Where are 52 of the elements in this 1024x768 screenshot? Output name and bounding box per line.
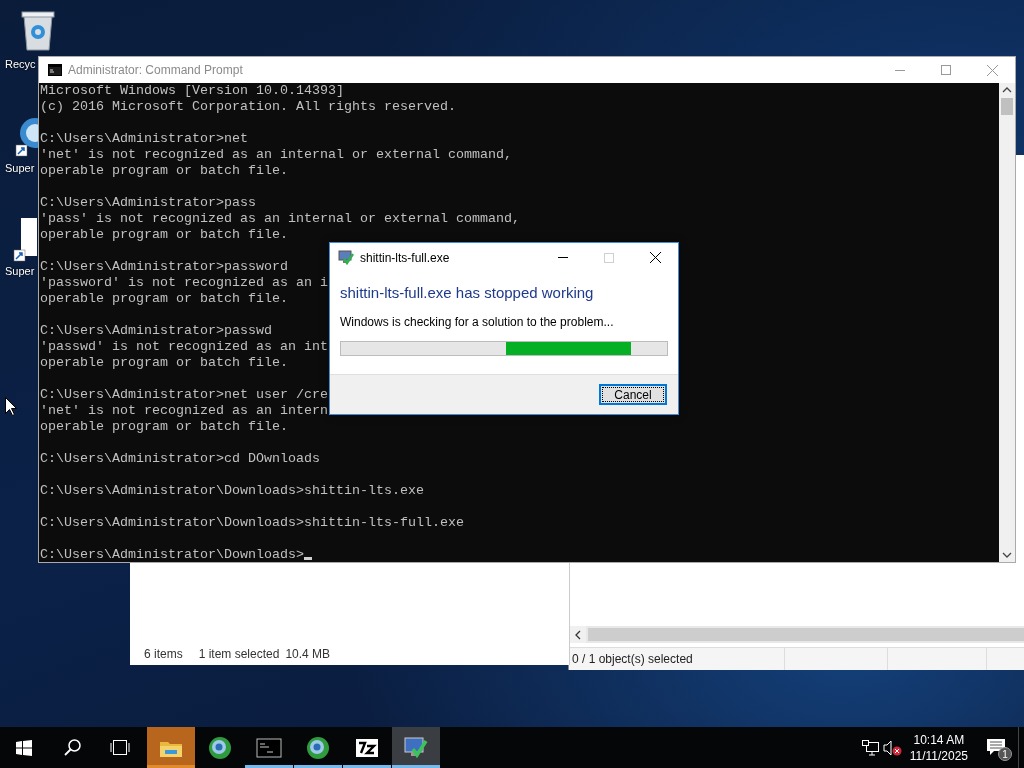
console-icon [48, 64, 62, 76]
desktop-icon-label[interactable]: Super [5, 162, 35, 174]
dialog-heading: shittin-lts-full.exe has stopped working [340, 284, 595, 301]
mouse-pointer-icon [5, 397, 17, 416]
scroll-left-icon[interactable] [574, 629, 581, 640]
monitor-check-icon [338, 250, 354, 265]
scroll-thumb[interactable] [1001, 98, 1013, 115]
console-line: C:\Users\Administrator>passwd [40, 323, 272, 338]
console-line: 'net' is not recognized as an intern [40, 403, 328, 418]
status-text: 6 items [144, 647, 183, 661]
windows-start-icon[interactable] [16, 739, 32, 756]
console-line: 'password' is not recognized as an i [40, 275, 328, 290]
notifications-button[interactable]: 1 [974, 727, 1018, 768]
console-line: C:\Users\Administrator>password [40, 259, 288, 274]
desktop-icon-label[interactable]: Super [5, 265, 35, 277]
desktop-icon-label[interactable]: Recyc [5, 58, 36, 70]
cancel-button[interactable]: Cancel [599, 384, 667, 405]
minimize-icon[interactable] [895, 69, 905, 71]
window-title: Administrator: Command Prompt [68, 63, 244, 77]
console-line: (c) 2016 Microsoft Corporation. All rights reserved. [40, 99, 456, 114]
console-line: 'net' is not recognized as an internal or external command, [40, 147, 512, 162]
vertical-scrollbar[interactable] [999, 83, 1015, 562]
network-icon[interactable] [862, 739, 880, 756]
muted-speaker-icon[interactable] [882, 739, 903, 756]
maximize-icon[interactable] [941, 65, 951, 75]
console-line: operable program or batch file. [40, 419, 288, 434]
console-line: 'passwd' is not recognized as an int [40, 339, 328, 354]
console-line: C:\Users\Administrator>pass [40, 195, 256, 210]
clock-date[interactable]: 11/11/2025 [909, 747, 968, 764]
console-line: C:\Users\Administrator\Downloads>shittin-lts-full.exe [40, 515, 464, 530]
console-line: C:\Users\Administrator\Downloads> [40, 547, 304, 562]
console-line: operable program or batch file. [40, 163, 288, 178]
status-text: 10.4 MB [285, 647, 331, 661]
search-icon[interactable] [63, 739, 81, 756]
console-line: C:\Users\Administrator>cd DOwnloads [40, 451, 320, 466]
close-icon[interactable] [649, 252, 661, 263]
console-line: C:\Users\Administrator\Downloads>shittin-lts.exe [40, 483, 424, 498]
dialog-title: shittin-lts-full.exe [360, 250, 451, 265]
console-line: operable program or batch file. [40, 291, 288, 306]
notification-count-badge: 1 [998, 747, 1012, 761]
dialog-message: Windows is checking for a solution to the problem... [340, 315, 615, 329]
console-line: operable program or batch file. [40, 227, 288, 242]
recycle-bin-icon [18, 8, 58, 52]
console-line: Microsoft Windows [Version 10.0.14393] [40, 83, 344, 98]
console-line: C:\Users\Administrator>net [40, 131, 248, 146]
console-line: 'pass' is not recognized as an internal or external command, [40, 211, 520, 226]
horizontal-scrollbar[interactable] [569, 626, 1024, 643]
console-line: operable program or batch file. [40, 355, 288, 370]
status-text: 1 item selected [198, 647, 280, 661]
task-view-icon[interactable] [109, 740, 131, 755]
console-line: C:\Users\Administrator>net user /cre [40, 387, 328, 402]
clock-time[interactable]: 10:14 AM [913, 731, 965, 748]
